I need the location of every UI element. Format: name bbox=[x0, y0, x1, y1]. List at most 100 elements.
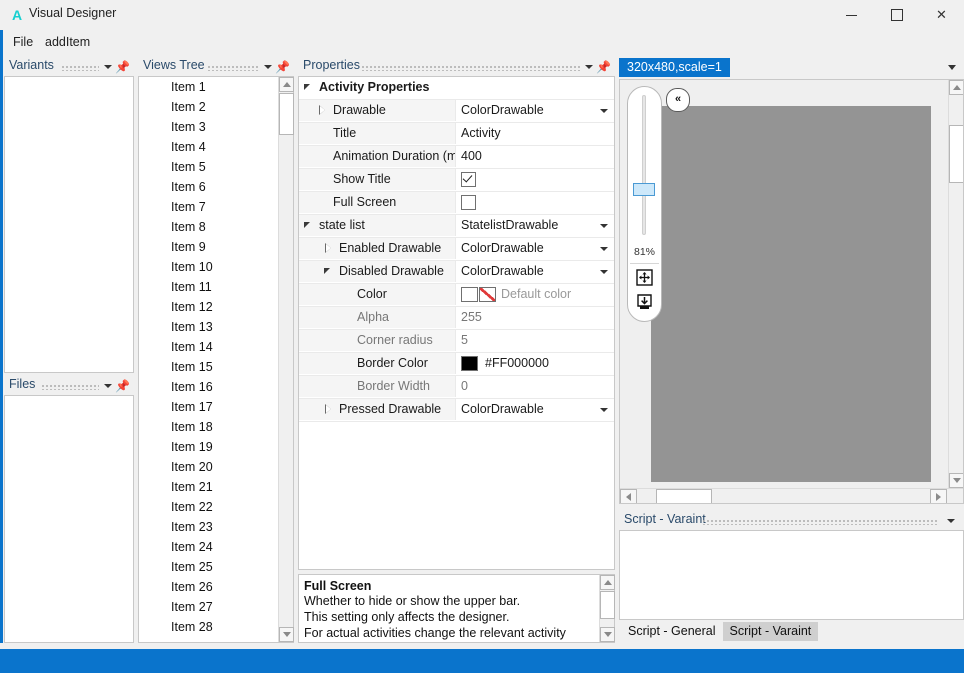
tree-item[interactable]: Item 10 bbox=[139, 257, 278, 277]
collapse-left-icon[interactable]: « bbox=[666, 88, 690, 112]
tree-item[interactable]: Item 20 bbox=[139, 457, 278, 477]
property-grid[interactable]: Activity Properties Drawable ColorDrawable… bbox=[299, 77, 614, 569]
tree-item[interactable]: Item 23 bbox=[139, 517, 278, 537]
property-row[interactable]: Enabled Drawable ColorDrawable bbox=[299, 238, 614, 261]
tree-item[interactable]: Item 15 bbox=[139, 357, 278, 377]
color-swatch[interactable] bbox=[461, 356, 478, 372]
property-value[interactable]: 0 bbox=[457, 376, 614, 397]
expander-expand-icon[interactable] bbox=[319, 105, 328, 115]
tree-item[interactable]: Item 5 bbox=[139, 157, 278, 177]
arrow-down-icon[interactable] bbox=[949, 473, 963, 488]
scrollbar-thumb[interactable] bbox=[600, 591, 615, 619]
property-value[interactable]: ColorDrawable bbox=[457, 399, 614, 420]
pin-icon[interactable]: 📌 bbox=[596, 61, 611, 73]
property-row[interactable]: Border Width 0 bbox=[299, 376, 614, 399]
scrollbar-thumb[interactable] bbox=[656, 489, 712, 503]
property-value[interactable]: 255 bbox=[457, 307, 614, 328]
tree-item[interactable]: Item 11 bbox=[139, 277, 278, 297]
chevron-down-icon[interactable] bbox=[600, 109, 608, 113]
property-row[interactable]: Pressed Drawable ColorDrawable bbox=[299, 399, 614, 422]
tree-item[interactable]: Item 6 bbox=[139, 177, 278, 197]
tree-item[interactable]: Item 27 bbox=[139, 597, 278, 617]
expander-expand-icon[interactable] bbox=[325, 243, 334, 253]
checkbox-unchecked[interactable] bbox=[461, 195, 476, 211]
arrow-up-icon[interactable] bbox=[949, 80, 963, 95]
menu-item-additem[interactable]: addItem bbox=[40, 33, 95, 51]
property-row[interactable]: Color Default color bbox=[299, 284, 614, 307]
files-list[interactable] bbox=[4, 395, 134, 643]
property-value[interactable]: Default color bbox=[457, 284, 614, 305]
tree-item[interactable]: Item 14 bbox=[139, 337, 278, 357]
color-swatch-empty[interactable] bbox=[461, 287, 478, 303]
menu-item-file[interactable]: File bbox=[8, 33, 38, 51]
designer-tab-320x480[interactable]: 320x480,scale=1 bbox=[619, 58, 730, 77]
chevron-down-icon[interactable] bbox=[264, 63, 273, 72]
chevron-down-icon[interactable] bbox=[600, 247, 608, 251]
canvas-horizontal-scrollbar[interactable] bbox=[620, 488, 963, 503]
property-row[interactable]: Disabled Drawable ColorDrawable bbox=[299, 261, 614, 284]
property-value[interactable]: StatelistDrawable bbox=[457, 215, 614, 236]
tree-item[interactable]: Item 19 bbox=[139, 437, 278, 457]
tree-item[interactable]: Item 24 bbox=[139, 537, 278, 557]
chevron-down-icon[interactable] bbox=[947, 517, 956, 526]
tree-item[interactable]: Item 28 bbox=[139, 617, 278, 637]
chevron-down-icon[interactable] bbox=[600, 408, 608, 412]
tree-item[interactable]: Item 4 bbox=[139, 137, 278, 157]
property-row[interactable]: Title Activity bbox=[299, 123, 614, 146]
tree-item[interactable]: Item 12 bbox=[139, 297, 278, 317]
tree-item[interactable]: Item 16 bbox=[139, 377, 278, 397]
property-row[interactable]: Drawable ColorDrawable bbox=[299, 100, 614, 123]
property-value[interactable]: 5 bbox=[457, 330, 614, 351]
property-value[interactable] bbox=[457, 169, 614, 190]
zoom-slider-track[interactable] bbox=[642, 95, 646, 235]
checkbox-checked[interactable] bbox=[461, 172, 476, 188]
script-editor[interactable] bbox=[619, 530, 964, 620]
property-value[interactable]: ColorDrawable bbox=[457, 238, 614, 259]
tree-item[interactable]: Item 7 bbox=[139, 197, 278, 217]
move-arrows-icon[interactable] bbox=[636, 269, 653, 286]
property-row[interactable]: Activity Properties bbox=[299, 77, 614, 100]
views-tree-list[interactable]: Item 1 Item 2 Item 3 Item 4 Item 5 Item 6 Item… bbox=[139, 77, 278, 642]
no-color-icon[interactable] bbox=[479, 287, 496, 303]
close-icon[interactable]: ✕ bbox=[919, 0, 964, 30]
property-value[interactable]: ColorDrawable bbox=[457, 100, 614, 121]
property-value[interactable]: #FF000000 bbox=[457, 353, 614, 374]
arrow-up-icon[interactable] bbox=[279, 77, 294, 92]
chevron-down-icon[interactable] bbox=[104, 382, 113, 391]
scrollbar-thumb[interactable] bbox=[949, 125, 963, 183]
chevron-down-icon[interactable] bbox=[948, 65, 956, 70]
tree-item[interactable]: Item 22 bbox=[139, 497, 278, 517]
arrow-right-icon[interactable] bbox=[930, 489, 947, 503]
designer-canvas[interactable]: « 81% bbox=[619, 79, 964, 504]
canvas-vertical-scrollbar[interactable] bbox=[948, 80, 963, 488]
tree-item[interactable]: Item 1 bbox=[139, 77, 278, 97]
property-value[interactable] bbox=[457, 192, 614, 213]
property-row[interactable]: Full Screen bbox=[299, 192, 614, 215]
property-row[interactable]: state list StatelistDrawable bbox=[299, 215, 614, 238]
property-row[interactable]: Corner radius 5 bbox=[299, 330, 614, 353]
property-row[interactable]: Show Title bbox=[299, 169, 614, 192]
save-download-icon[interactable] bbox=[636, 294, 653, 311]
chevron-down-icon[interactable] bbox=[104, 63, 113, 72]
variants-list[interactable] bbox=[4, 76, 134, 373]
tree-item[interactable]: Item 17 bbox=[139, 397, 278, 417]
description-scrollbar[interactable] bbox=[599, 575, 615, 642]
tab-script-varaint[interactable]: Script - Varaint bbox=[722, 622, 819, 641]
scrollbar-thumb[interactable] bbox=[279, 93, 294, 135]
arrow-down-icon[interactable] bbox=[279, 627, 294, 642]
tree-item[interactable]: Item 8 bbox=[139, 217, 278, 237]
arrow-down-icon[interactable] bbox=[600, 627, 615, 642]
expander-expand-icon[interactable] bbox=[325, 404, 334, 414]
tree-item[interactable]: Item 9 bbox=[139, 237, 278, 257]
tree-item[interactable]: Item 26 bbox=[139, 577, 278, 597]
minimize-icon[interactable] bbox=[829, 0, 874, 30]
tree-item[interactable]: Item 21 bbox=[139, 477, 278, 497]
property-row[interactable]: Alpha 255 bbox=[299, 307, 614, 330]
pin-icon[interactable]: 📌 bbox=[275, 61, 290, 73]
pin-icon[interactable]: 📌 bbox=[115, 380, 130, 392]
tree-item[interactable]: Item 2 bbox=[139, 97, 278, 117]
property-value[interactable]: ColorDrawable bbox=[457, 261, 614, 282]
pin-icon[interactable]: 📌 bbox=[115, 61, 130, 73]
chevron-down-icon[interactable] bbox=[600, 270, 608, 274]
expander-collapse-icon[interactable] bbox=[304, 83, 314, 92]
